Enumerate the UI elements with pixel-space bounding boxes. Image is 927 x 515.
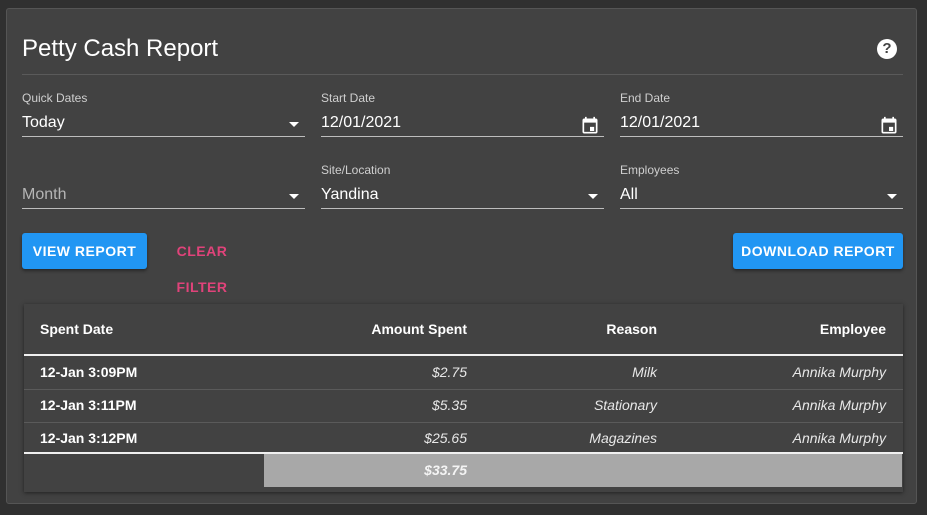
site-location-value: Yandina [321, 186, 379, 203]
help-icon[interactable]: ? [877, 39, 897, 59]
start-date-field[interactable]: Start Date 12/01/2021 [321, 91, 604, 137]
spent-date-cell: 12-Jan 3:11PM [40, 397, 137, 413]
chevron-down-icon [588, 194, 598, 199]
amount-cell: $25.65 [424, 430, 467, 446]
start-date-label: Start Date [321, 91, 376, 105]
report-table: Spent Date Amount Spent Reason Employee … [24, 304, 903, 492]
employee-cell: Annika Murphy [792, 397, 886, 413]
amount-cell: $5.35 [431, 397, 467, 413]
chevron-down-icon [289, 122, 299, 127]
month-placeholder: Month [22, 186, 67, 203]
report-card: Petty Cash Report ? Quick Dates Today St… [6, 8, 917, 504]
spent-date-cell: 12-Jan 3:12PM [40, 430, 138, 446]
employees-label: Employees [620, 163, 680, 177]
calendar-icon[interactable] [580, 116, 600, 136]
employee-cell: Annika Murphy [792, 430, 886, 446]
view-report-button[interactable]: VIEW REPORT [22, 233, 147, 269]
reason-cell: Milk [632, 364, 657, 380]
column-header-reason[interactable]: Reason [467, 304, 657, 354]
clear-filter-button[interactable]: CLEAR FILTER [153, 233, 251, 295]
table-row[interactable]: 12-Jan 3:09PM $2.75 Milk Annika Murphy [24, 356, 903, 390]
employee-cell: Annika Murphy [792, 364, 886, 380]
calendar-icon[interactable] [879, 116, 899, 136]
quick-dates-select[interactable]: Quick Dates Today [22, 91, 305, 137]
column-header-amount-spent[interactable]: Amount Spent [264, 304, 467, 354]
column-header-employee[interactable]: Employee [657, 304, 886, 354]
reason-cell: Magazines [589, 430, 657, 446]
quick-dates-value: Today [22, 114, 65, 131]
site-location-label: Site/Location [321, 163, 391, 177]
page-title: Petty Cash Report [22, 35, 219, 62]
total-amount: $33.75 [424, 462, 467, 478]
end-date-field[interactable]: End Date 12/01/2021 [620, 91, 903, 137]
download-report-button[interactable]: DOWNLOAD REPORT [733, 233, 903, 269]
report-header: Petty Cash Report ? [22, 32, 903, 75]
chevron-down-icon [289, 194, 299, 199]
employees-value: All [620, 186, 638, 203]
table-row[interactable]: 12-Jan 3:11PM $5.35 Stationary Annika Mu… [24, 389, 903, 423]
month-select[interactable]: Month [22, 163, 305, 209]
end-date-value: 12/01/2021 [620, 114, 701, 131]
quick-dates-label: Quick Dates [22, 91, 88, 105]
employees-select[interactable]: Employees All [620, 163, 903, 209]
start-date-value: 12/01/2021 [321, 114, 402, 131]
site-location-select[interactable]: Site/Location Yandina [321, 163, 604, 209]
column-header-spent-date[interactable]: Spent Date [40, 304, 113, 354]
amount-cell: $2.75 [431, 364, 467, 380]
end-date-label: End Date [620, 91, 671, 105]
chevron-down-icon [887, 194, 897, 199]
reason-cell: Stationary [593, 397, 657, 413]
spent-date-cell: 12-Jan 3:09PM [40, 364, 138, 380]
table-row[interactable]: 12-Jan 3:12PM $25.65 Magazines Annika Mu… [24, 422, 903, 455]
